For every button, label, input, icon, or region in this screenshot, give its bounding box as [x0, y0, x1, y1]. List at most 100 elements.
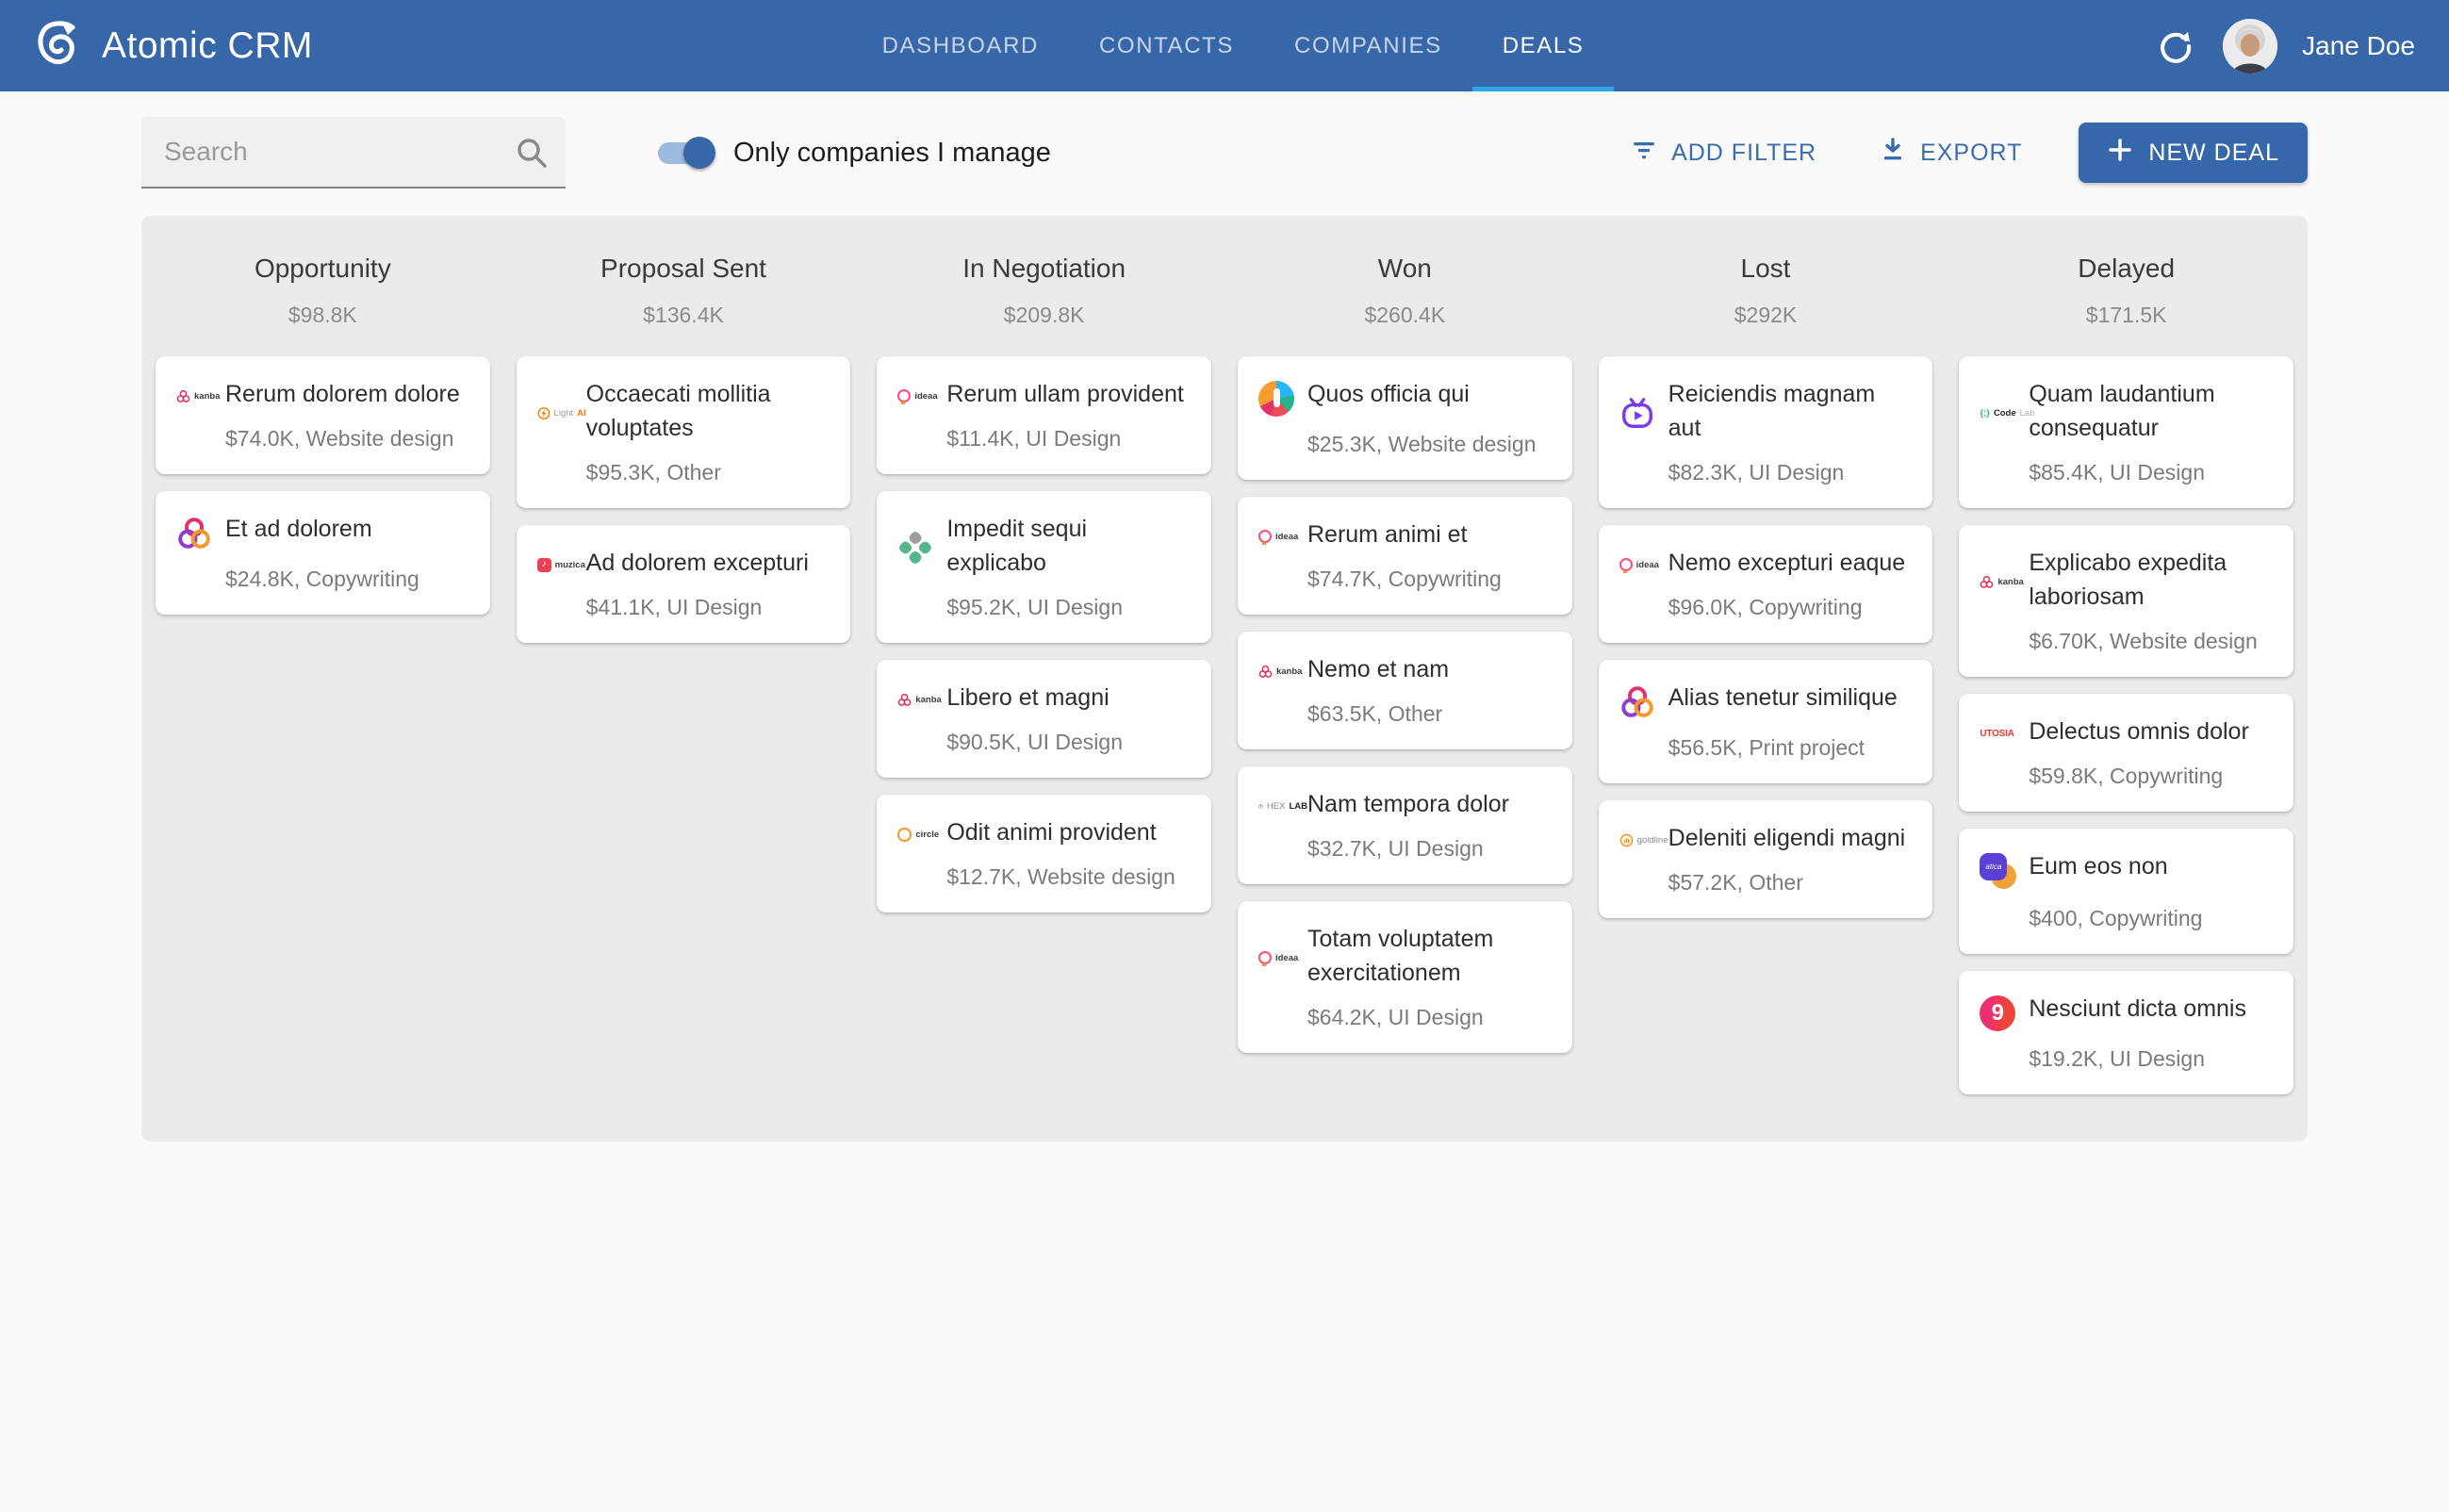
logo-text: muzica [555, 560, 585, 570]
deal-title: Nemo excepturi eaque [1668, 546, 1913, 580]
deal-card[interactable]: Alias tenetur similique $56.5K, Print pr… [1599, 660, 1933, 783]
column-total: $292K [1599, 303, 1933, 328]
deal-card[interactable]: 9 Nesciunt dicta omnis $19.2K, UI Design [1959, 971, 2293, 1094]
knot-logo [176, 512, 225, 551]
export-button[interactable]: EXPORT [1879, 136, 2022, 171]
atica-logo: atica [1980, 849, 2029, 891]
plus-icon [2107, 137, 2133, 170]
column-title: Won [1238, 254, 1572, 284]
search-field [141, 117, 566, 189]
deal-amount: $64.2K, UI Design [1307, 1005, 1552, 1030]
download-icon [1879, 136, 1907, 171]
deal-title: Nam tempora dolor [1307, 787, 1552, 821]
deal-card[interactable]: ideaa Totam voluptatem exercitationem $6… [1238, 901, 1572, 1053]
column-total: $98.8K [156, 303, 490, 328]
deal-title: Eum eos non [2029, 849, 2273, 891]
deal-card[interactable]: atica Eum eos non $400, Copywriting [1959, 829, 2293, 954]
deal-card[interactable]: circle Odit animi provident $12.7K, Webs… [877, 795, 1211, 912]
column-title: In Negotiation [877, 254, 1211, 284]
clover-logo [897, 512, 946, 580]
deal-title: Deleniti eligendi magni [1668, 821, 1913, 855]
deal-title: Explicabo expedita laboriosam [2029, 546, 2273, 614]
deal-title: Nemo et nam [1307, 652, 1552, 686]
ideaa-logo: ideaa [1258, 922, 1307, 990]
deal-amount: $19.2K, UI Design [2029, 1046, 2273, 1072]
avatar[interactable] [2223, 19, 2277, 74]
deal-card[interactable]: Impedit sequi explicabo $95.2K, UI Desig… [877, 491, 1211, 643]
logo-text: atica [1980, 853, 2007, 880]
deal-amount: $6.70K, Website design [2029, 629, 2273, 654]
new-deal-label: NEW DEAL [2148, 140, 2279, 167]
deal-amount: $74.0K, Website design [225, 426, 469, 452]
deal-amount: $95.2K, UI Design [946, 595, 1191, 620]
deal-amount: $85.4K, UI Design [2029, 460, 2273, 485]
deal-title: Reiciendis magnam aut [1668, 377, 1913, 445]
column-delayed: Delayed $171.5K {;}CodeLab Quam laudanti… [1959, 229, 2293, 1128]
deal-card[interactable]: Reiciendis magnam aut $82.3K, UI Design [1599, 356, 1933, 508]
deal-amount: $12.7K, Website design [946, 864, 1191, 890]
ideaa-logo: ideaa [1258, 518, 1307, 551]
logo-text: HEX [1267, 801, 1286, 812]
deal-amount: $63.5K, Other [1307, 701, 1552, 727]
tab-contacts[interactable]: CONTACTS [1069, 0, 1264, 91]
deal-title: Et ad dolorem [225, 512, 469, 551]
tab-dashboard[interactable]: DASHBOARD [852, 0, 1069, 91]
refresh-icon[interactable] [2153, 24, 2198, 69]
deal-card[interactable]: kanba Explicabo expedita laboriosam $6.7… [1959, 525, 2293, 677]
deal-card[interactable]: ideaa Nemo excepturi eaque $96.0K, Copyw… [1599, 525, 1933, 643]
logo-text: kanba [1276, 666, 1302, 677]
logo-text: kanba [915, 695, 941, 705]
deal-card[interactable]: goldline Deleniti eligendi magni $57.2K,… [1599, 800, 1933, 918]
logo-text: ideaa [1636, 560, 1659, 570]
deal-card[interactable]: kanba Rerum dolorem dolore $74.0K, Websi… [156, 356, 490, 474]
deal-amount: $96.0K, Copywriting [1668, 595, 1913, 620]
new-deal-button[interactable]: NEW DEAL [2079, 123, 2308, 183]
app-header: Atomic CRM DASHBOARD CONTACTS COMPANIES … [0, 0, 2449, 91]
tab-deals[interactable]: DEALS [1472, 0, 1615, 91]
deal-title: Rerum animi et [1307, 518, 1552, 551]
deal-card[interactable]: ideaa Rerum animi et $74.7K, Copywriting [1238, 497, 1572, 615]
muzica-logo: muzica [537, 546, 586, 580]
user-name: Jane Doe [2302, 31, 2415, 61]
lightai-logo: LightAI [537, 377, 586, 445]
deal-card[interactable]: {;}CodeLab Quam laudantium consequatur $… [1959, 356, 2293, 508]
column-title: Delayed [1959, 254, 2293, 284]
deal-amount: $90.5K, UI Design [946, 730, 1191, 755]
deal-card[interactable]: ideaa Rerum ullam provident $11.4K, UI D… [877, 356, 1211, 474]
deal-amount: $32.7K, UI Design [1307, 836, 1552, 862]
pie-logo [1258, 377, 1307, 417]
deal-card[interactable]: muzica Ad dolorem excepturi $41.1K, UI D… [517, 525, 851, 643]
deal-card[interactable]: HEXLAB Nam tempora dolor $32.7K, UI Desi… [1238, 766, 1572, 884]
deal-title: Impedit sequi explicabo [946, 512, 1191, 580]
column-lost: Lost $292K Reiciendis magnam aut $82.3K,… [1599, 229, 1933, 1128]
deal-title: Rerum dolorem dolore [225, 377, 469, 411]
atomic-crm-logo-icon [34, 20, 81, 72]
kanba-logo: kanba [176, 377, 225, 411]
deal-amount: $57.2K, Other [1668, 870, 1913, 896]
kanba-logo: kanba [1980, 546, 2029, 614]
deal-amount: $74.7K, Copywriting [1307, 567, 1552, 592]
deal-card[interactable]: kanba Nemo et nam $63.5K, Other [1238, 632, 1572, 749]
filter-icon [1630, 136, 1658, 171]
deal-title: Rerum ullam provident [946, 377, 1191, 411]
column-proposal-sent: Proposal Sent $136.4K LightAI Occaecati … [517, 229, 851, 1128]
deal-card[interactable]: LightAI Occaecati mollitia voluptates $9… [517, 356, 851, 508]
logo-text: circle [915, 830, 939, 840]
knot-logo [1619, 681, 1668, 720]
deal-amount: $59.8K, Copywriting [2029, 764, 2273, 789]
only-companies-toggle[interactable] [656, 134, 715, 172]
add-filter-button[interactable]: ADD FILTER [1630, 136, 1816, 171]
deal-title: Libero et magni [946, 681, 1191, 715]
deal-card[interactable]: kanba Libero et magni $90.5K, UI Design [877, 660, 1211, 778]
deal-card[interactable]: Et ad dolorem $24.8K, Copywriting [156, 491, 490, 615]
deal-card[interactable]: Quos officia qui $25.3K, Website design [1238, 356, 1572, 480]
deal-amount: $56.5K, Print project [1668, 735, 1913, 761]
deal-card[interactable]: UTOSIA Delectus omnis dolor $59.8K, Copy… [1959, 694, 2293, 812]
tab-companies[interactable]: COMPANIES [1264, 0, 1472, 91]
deal-title: Alias tenetur similique [1668, 681, 1913, 720]
column-won: Won $260.4K Quos officia qui $25.3K, Web… [1238, 229, 1572, 1128]
app-title: Atomic CRM [102, 25, 313, 67]
deal-title: Totam voluptatem exercitationem [1307, 922, 1552, 990]
deal-title: Delectus omnis dolor [2029, 715, 2273, 748]
search-input[interactable] [141, 117, 566, 189]
